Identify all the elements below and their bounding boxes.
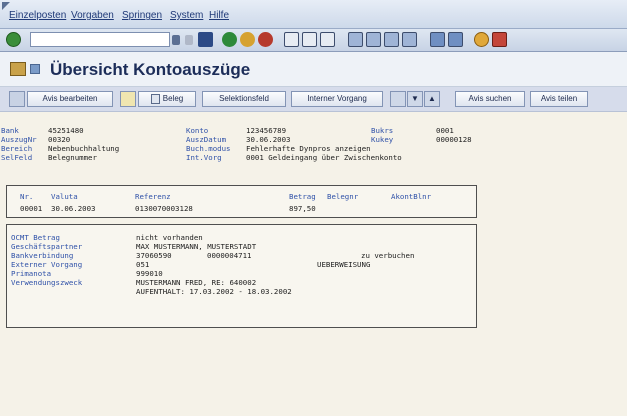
- partner-label: Geschäftspartner: [11, 242, 83, 251]
- bankverbindung-konto: 0000004711: [207, 251, 252, 260]
- selfeld-value: Belegnummer: [48, 153, 97, 162]
- new-session-icon[interactable]: [430, 32, 445, 47]
- up-arrow-icon[interactable]: ▲: [424, 91, 440, 107]
- menu-system[interactable]: System: [170, 10, 203, 21]
- col-header-betrag: Betrag: [289, 192, 316, 201]
- bankverbindung-blz: 37060590: [136, 251, 172, 260]
- avis-teilen-button[interactable]: Avis teilen: [530, 91, 588, 107]
- cancel-icon[interactable]: [258, 32, 273, 47]
- primanota-value: 999010: [136, 269, 163, 278]
- konto-label: Konto: [186, 126, 209, 135]
- find-next-icon[interactable]: [320, 32, 335, 47]
- bank-value: 45251480: [48, 126, 84, 135]
- application-icon: [10, 62, 26, 76]
- intvorg-value: 0001 Geldeingang über Zwischenkonto: [246, 153, 402, 162]
- display-icon[interactable]: [9, 91, 25, 107]
- bankverbindung-note: zu verbuchen: [361, 251, 415, 260]
- command-dropdown-icon[interactable]: [172, 35, 180, 45]
- menu-vorgaben[interactable]: Vorgaben: [71, 10, 114, 21]
- help-icon[interactable]: [474, 32, 489, 47]
- find-icon[interactable]: [302, 32, 317, 47]
- verwendungszweck-line2: AUFENTHALT: 17.03.2002 - 18.03.2002: [136, 287, 292, 296]
- row-valuta[interactable]: 30.06.2003: [51, 204, 96, 213]
- print-icon[interactable]: [284, 32, 299, 47]
- last-page-icon[interactable]: [402, 32, 417, 47]
- bukrs-value: 0001: [436, 126, 454, 135]
- primanota-label: Primanota: [11, 269, 52, 278]
- bereich-label: Bereich: [1, 144, 33, 153]
- shortcut-icon[interactable]: [448, 32, 463, 47]
- auszugnr-label: AuszugNr: [1, 135, 37, 144]
- back-icon[interactable]: [222, 32, 237, 47]
- verwendungszweck-label: Verwendungszweck: [11, 278, 83, 287]
- detail-box: [6, 224, 477, 328]
- menu-einzelposten[interactable]: Einzelposten: [9, 10, 66, 21]
- page-title: Übersicht Kontoauszüge: [50, 60, 251, 79]
- kukey-value: 00000128: [436, 135, 472, 144]
- content-area: Bank 45251480 AuszugNr 00320 Bereich Neb…: [0, 112, 627, 416]
- col-header-referenz: Referenz: [135, 192, 171, 201]
- auszugnr-value: 00320: [48, 135, 71, 144]
- standard-toolbar: [0, 29, 627, 52]
- col-header-nr: Nr.: [20, 192, 34, 201]
- menu-hilfe[interactable]: Hilfe: [209, 10, 229, 21]
- history-icon[interactable]: [185, 35, 193, 45]
- verwendungszweck-line1: MUSTERMANN FRED, RE: 640002: [136, 278, 257, 287]
- extern-code: 051: [136, 260, 150, 269]
- layout-menu-icon[interactable]: [492, 32, 507, 47]
- application-toolbar: Avis bearbeiten Beleg Selektionsfeld Int…: [0, 87, 627, 112]
- extern-text: UEBERWEISUNG: [317, 260, 371, 269]
- window-corner-icon: [2, 2, 10, 10]
- command-field[interactable]: [30, 32, 170, 47]
- bereich-value: Nebenbuchhaltung: [48, 144, 120, 153]
- row-referenz[interactable]: 0130070003128: [135, 204, 193, 213]
- auszdatum-label: AuszDatum: [186, 135, 227, 144]
- selektionsfeld-button[interactable]: Selektionsfeld: [202, 91, 286, 107]
- partner-value: MAX MUSTERMANN, MUSTERSTADT: [136, 242, 257, 251]
- beleg-label: Beleg: [162, 94, 184, 103]
- edit-pencil-icon[interactable]: [120, 91, 136, 107]
- bank-label: Bank: [1, 126, 19, 135]
- kukey-label: Kukey: [371, 135, 394, 144]
- bankverbindung-label: Bankverbindung: [11, 251, 74, 260]
- avis-bearbeiten-button[interactable]: Avis bearbeiten: [27, 91, 113, 107]
- title-bar: Übersicht Kontoauszüge: [0, 52, 627, 87]
- row-betrag[interactable]: 897,50: [289, 204, 316, 213]
- extern-label: Externer Vorgang: [11, 260, 83, 269]
- menu-bar: Einzelposten Vorgaben Springen System Hi…: [0, 0, 627, 29]
- intvorg-label: Int.Vorg: [186, 153, 222, 162]
- beleg-button[interactable]: Beleg: [138, 91, 196, 107]
- document-icon: [150, 93, 160, 104]
- bukrs-label: Bukrs: [371, 126, 394, 135]
- list-icon[interactable]: [390, 91, 406, 107]
- exit-icon[interactable]: [240, 32, 255, 47]
- auszdatum-value: 30.06.2003: [246, 135, 291, 144]
- konto-value: 123456789: [246, 126, 287, 135]
- ocmt-value: nicht vorhanden: [136, 233, 203, 242]
- first-page-icon[interactable]: [348, 32, 363, 47]
- previous-page-icon[interactable]: [366, 32, 381, 47]
- buchmodus-label: Buch.modus: [186, 144, 231, 153]
- system-menu-icon[interactable]: [30, 64, 40, 74]
- col-header-valuta: Valuta: [51, 192, 78, 201]
- col-header-akontblnr: AkontBlnr: [391, 192, 432, 201]
- ocmt-label: OCMT Betrag: [11, 233, 60, 242]
- next-page-icon[interactable]: [384, 32, 399, 47]
- avis-suchen-button[interactable]: Avis suchen: [455, 91, 525, 107]
- col-header-belegnr: Belegnr: [327, 192, 359, 201]
- interner-vorgang-button[interactable]: Interner Vorgang: [291, 91, 383, 107]
- selfeld-label: SelFeld: [1, 153, 33, 162]
- menu-springen[interactable]: Springen: [122, 10, 162, 21]
- row-nr[interactable]: 00001: [20, 204, 42, 213]
- enter-icon[interactable]: [6, 32, 21, 47]
- down-arrow-icon[interactable]: ▼: [407, 91, 423, 107]
- buchmodus-value: Fehlerhafte Dynpros anzeigen: [246, 144, 371, 153]
- save-icon[interactable]: [198, 32, 213, 47]
